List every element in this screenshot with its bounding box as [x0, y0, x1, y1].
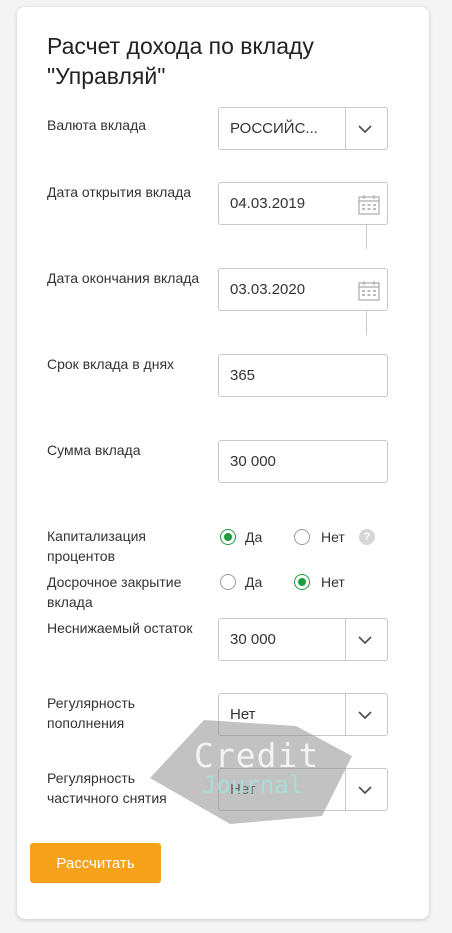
open-date-label: Дата открытия вклада [47, 184, 192, 200]
amount-value: 30 000 [230, 453, 276, 470]
capitalization-label: Капитализация процентов [47, 528, 146, 564]
amount-label: Сумма вклада [47, 442, 141, 458]
term-input[interactable]: 365 [218, 354, 388, 397]
close-date-input[interactable]: 03.03.2020 [218, 268, 388, 311]
page-title: Расчет дохода по вкладу "Управляй" [47, 33, 314, 89]
deposit-calculator-card: Расчет дохода по вкладу "Управляй" Валют… [17, 7, 429, 919]
early-close-yes-label[interactable]: Да [245, 574, 262, 590]
currency-value: РОССИЙС... [230, 120, 318, 137]
close-date-label: Дата окончания вклада [47, 270, 200, 286]
amount-input[interactable]: 30 000 [218, 440, 388, 483]
capitalization-no-label[interactable]: Нет [321, 529, 345, 545]
replenishment-select[interactable]: Нет [218, 693, 388, 736]
capitalization-yes-label[interactable]: Да [245, 529, 262, 545]
select-divider [345, 619, 346, 660]
chevron-down-icon[interactable] [357, 782, 373, 798]
replenishment-label: Регулярность пополнения [47, 695, 136, 731]
capitalization-no-radio[interactable] [294, 529, 310, 545]
early-close-label: Досрочное закрытие вклада [47, 574, 182, 610]
term-label: Срок вклада в днях [47, 356, 175, 372]
close-date-value: 03.03.2020 [230, 281, 306, 298]
min-balance-select[interactable]: 30 000 [218, 618, 388, 661]
select-divider [345, 108, 346, 149]
date-divider [366, 225, 367, 249]
calendar-icon[interactable] [358, 280, 380, 301]
min-balance-label: Неснижаемый остаток [47, 620, 193, 636]
open-date-input[interactable]: 04.03.2019 [218, 182, 388, 225]
min-balance-value: 30 000 [230, 631, 276, 648]
withdrawal-label: Регулярность частичного снятия [47, 770, 167, 806]
chevron-down-icon[interactable] [357, 632, 373, 648]
date-divider [366, 311, 367, 335]
withdrawal-select[interactable]: Нет [218, 768, 388, 811]
select-divider [345, 769, 346, 810]
select-divider [345, 694, 346, 735]
chevron-down-icon[interactable] [357, 707, 373, 723]
calculate-button[interactable]: Рассчитать [30, 843, 161, 883]
term-value: 365 [230, 367, 256, 384]
currency-select[interactable]: РОССИЙС... [218, 107, 388, 150]
early-close-no-radio[interactable] [294, 574, 310, 590]
replenishment-value: Нет [230, 706, 256, 723]
chevron-down-icon[interactable] [357, 121, 373, 137]
early-close-no-label[interactable]: Нет [321, 574, 345, 590]
calendar-icon[interactable] [358, 194, 380, 215]
help-icon[interactable]: ? [359, 529, 375, 545]
capitalization-yes-radio[interactable] [220, 529, 236, 545]
open-date-value: 04.03.2019 [230, 195, 306, 212]
currency-label: Валюта вклада [47, 117, 147, 133]
early-close-yes-radio[interactable] [220, 574, 236, 590]
withdrawal-value: Нет [230, 781, 256, 798]
